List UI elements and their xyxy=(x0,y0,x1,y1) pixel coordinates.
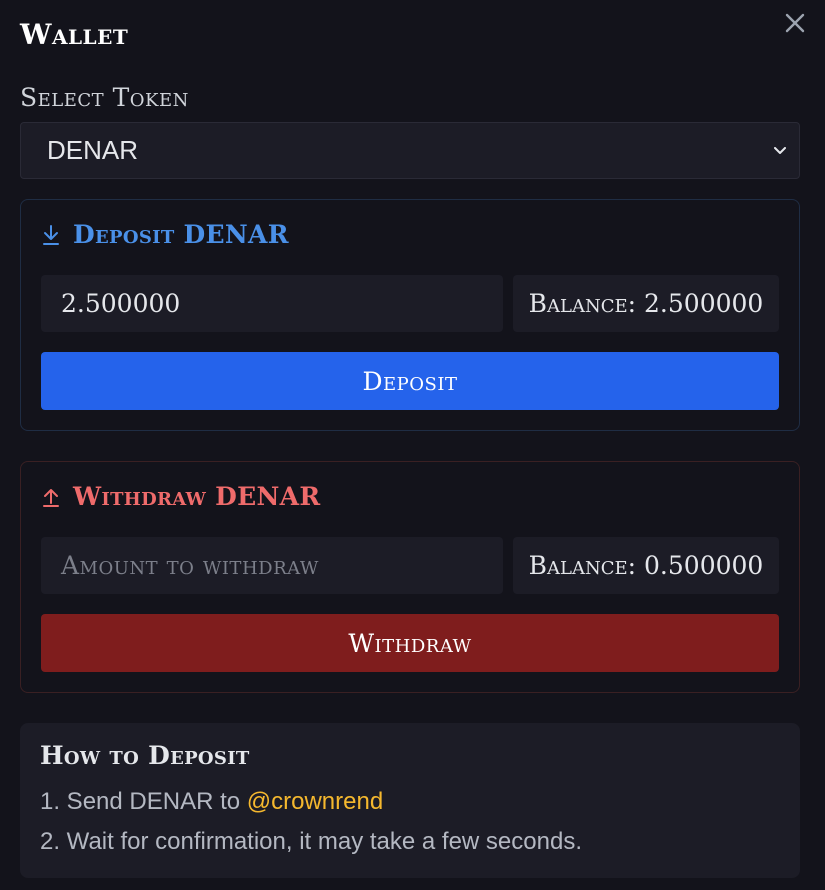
deposit-amount-value: 2.500000 xyxy=(61,289,181,318)
deposit-handle: @crownrend xyxy=(246,788,384,815)
withdraw-balance-badge: Balance: 0.500000 xyxy=(513,537,779,594)
how-to-deposit-title: How to Deposit xyxy=(40,741,250,770)
deposit-card: Deposit DENAR 2.500000 Balance: 2.500000… xyxy=(20,199,800,431)
deposit-balance-badge: Balance: 2.500000 xyxy=(513,275,779,332)
withdraw-amount-placeholder: Amount to withdraw xyxy=(61,551,319,580)
how-to-deposit-panel: How to Deposit 1. Send DENAR to @crownre… xyxy=(20,723,800,878)
step-1-text: 1. Send DENAR to xyxy=(40,788,247,815)
wallet-modal: Wallet Select Token DENAR Deposit DENAR … xyxy=(0,0,825,890)
deposit-button[interactable]: Deposit xyxy=(41,352,779,410)
close-icon xyxy=(785,13,805,33)
step-2: 2. Wait for confirmation, it may take a … xyxy=(40,828,582,855)
deposit-amount-input[interactable]: 2.500000 xyxy=(41,275,503,332)
deposit-header: Deposit DENAR xyxy=(41,220,289,249)
withdraw-button[interactable]: Withdraw xyxy=(41,614,779,672)
close-button[interactable] xyxy=(780,8,810,38)
arrow-down-icon xyxy=(43,224,59,245)
arrow-up-icon xyxy=(43,488,59,507)
token-select[interactable]: DENAR xyxy=(20,122,800,179)
select-token-label: Select Token xyxy=(20,83,189,112)
withdraw-header: Withdraw DENAR xyxy=(41,482,320,511)
wallet-title: Wallet xyxy=(20,18,129,51)
withdraw-amount-input[interactable]: Amount to withdraw xyxy=(41,537,503,594)
deposit-header-label: Deposit DENAR xyxy=(73,220,289,249)
withdraw-card: Withdraw DENAR Amount to withdraw Balanc… xyxy=(20,461,800,693)
withdraw-header-label: Withdraw DENAR xyxy=(73,482,321,511)
token-select-value: DENAR xyxy=(47,135,139,165)
chevron-down-icon xyxy=(773,144,787,158)
step-1: 1. Send DENAR to @crownrend xyxy=(40,782,780,822)
